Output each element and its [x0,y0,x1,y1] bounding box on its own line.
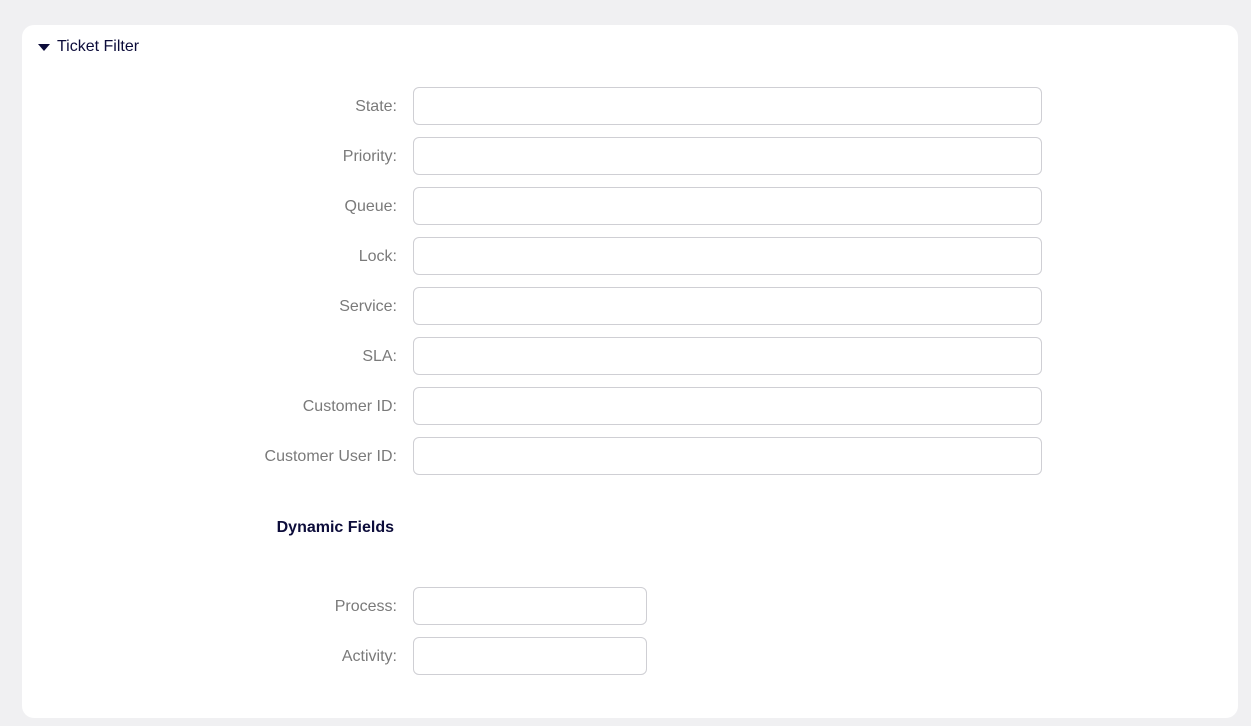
customer-user-id-input[interactable] [413,437,1042,475]
priority-label: Priority: [342,148,397,165]
customer-id-row: Customer ID: [22,387,1238,427]
dynamic-fields-heading: Dynamic Fields [276,519,394,536]
service-label: Service: [339,298,397,315]
panel-title: Ticket Filter [57,38,140,55]
priority-row: Priority: [22,137,1238,177]
service-input[interactable] [413,287,1042,325]
ticket-filter-panel: Ticket Filter State: Priority: Queue: Lo… [22,25,1238,718]
state-input[interactable] [413,87,1042,125]
ticket-filter-toggle[interactable]: Ticket Filter [38,38,139,56]
lock-label: Lock: [358,248,397,265]
customer-user-id-row: Customer User ID: [22,437,1238,477]
customer-id-label: Customer ID: [302,398,397,415]
activity-row: Activity: [22,637,1238,677]
process-input[interactable] [413,587,647,625]
process-row: Process: [22,587,1238,627]
customer-id-input[interactable] [413,387,1042,425]
service-row: Service: [22,287,1238,327]
priority-input[interactable] [413,137,1042,175]
state-label: State: [355,98,397,115]
lock-input[interactable] [413,237,1042,275]
activity-input[interactable] [413,637,647,675]
queue-input[interactable] [413,187,1042,225]
queue-label: Queue: [344,198,397,215]
lock-row: Lock: [22,237,1238,277]
sla-row: SLA: [22,337,1238,377]
customer-user-id-label: Customer User ID: [264,448,397,465]
queue-row: Queue: [22,187,1238,227]
caret-down-icon [38,44,50,51]
activity-label: Activity: [341,648,397,665]
sla-label: SLA: [362,348,397,365]
process-label: Process: [334,598,397,615]
sla-input[interactable] [413,337,1042,375]
state-row: State: [22,87,1238,127]
